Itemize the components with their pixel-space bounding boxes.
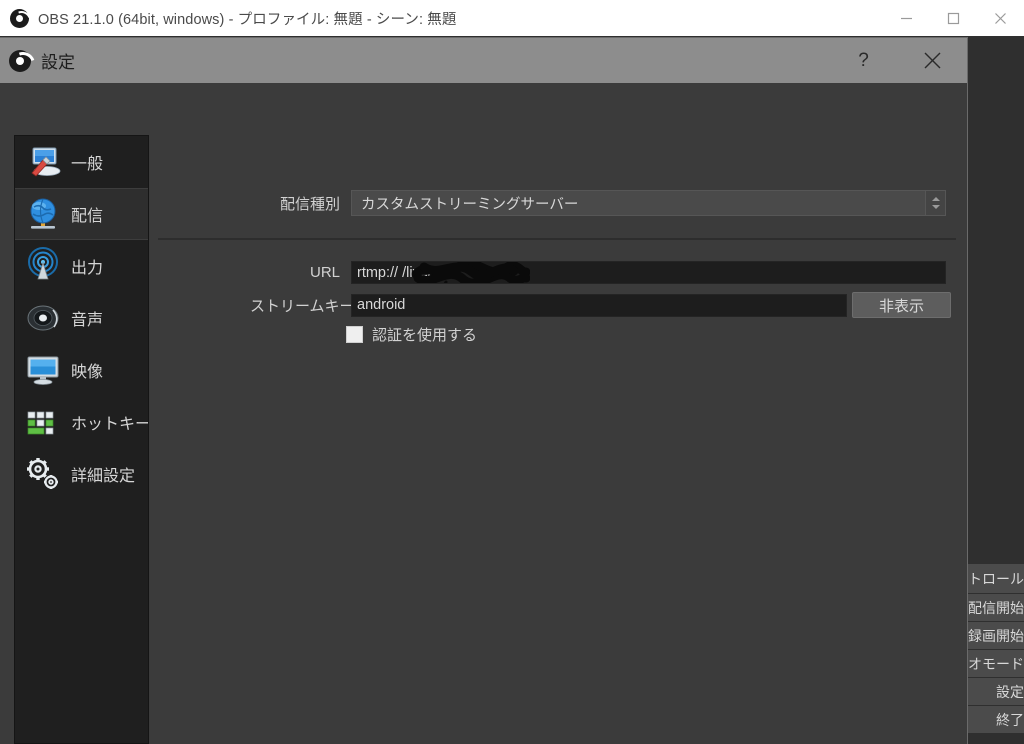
url-input[interactable]: rtmp:// /live/	[351, 261, 946, 284]
obs-main-titlebar: OBS 21.1.0 (64bit, windows) - プロファイル: 無題…	[0, 0, 1024, 36]
url-row: URL rtmp:// /live/	[250, 261, 946, 284]
stream-key-row: ストリームキー android 非表示	[250, 292, 951, 318]
sidebar-item-label: ホットキー	[71, 416, 149, 433]
close-icon[interactable]	[977, 0, 1024, 36]
close-icon	[924, 52, 941, 69]
settings-dialog-titlebar: 設定 ?	[0, 38, 967, 83]
stream-key-input[interactable]: android	[351, 293, 847, 317]
sidebar-item-label: 配信	[71, 208, 104, 225]
settings-button[interactable]: 設定	[960, 678, 1024, 706]
obs-controls-dock: コントロール 配信開始 録画開始 スタジオモード 設定 終了	[960, 564, 1024, 744]
settings-dialog-title: 設定	[41, 53, 75, 72]
use-auth-checkbox[interactable]	[346, 326, 363, 343]
sidebar-item-label: 音声	[71, 312, 104, 329]
obs-main-title: OBS 21.1.0 (64bit, windows) - プロファイル: 無題…	[38, 11, 457, 28]
sidebar-item-hotkeys[interactable]: ホットキー	[15, 396, 148, 448]
help-button[interactable]: ?	[829, 38, 898, 83]
maximize-icon[interactable]	[930, 0, 977, 36]
studio-mode-button[interactable]: スタジオモード	[960, 650, 1024, 678]
general-monitor-screwdriver-icon	[21, 140, 65, 184]
stream-type-value: カスタムストリーミングサーバー	[361, 196, 579, 213]
obs-window-controls	[883, 0, 1024, 36]
use-auth-row[interactable]: 認証を使用する	[346, 324, 477, 345]
settings-dialog: 設定 ? 一般 配信 出力 音声 映像 ホットキー 詳細設定 配信種別 カスタム…	[0, 38, 967, 744]
question-mark-icon: ?	[858, 50, 869, 71]
stream-type-label: 配信種別	[279, 195, 340, 213]
hotkey-keyboard-icon	[21, 400, 65, 444]
sidebar-item-advanced[interactable]: 詳細設定	[15, 448, 148, 500]
chevron-up-icon	[931, 197, 940, 201]
chevron-updown-icon[interactable]	[925, 191, 945, 215]
minimize-icon[interactable]	[883, 0, 930, 36]
sidebar-item-stream[interactable]: 配信	[15, 188, 148, 240]
obs-dock-filler	[960, 734, 1024, 744]
advanced-gears-icon	[21, 452, 65, 496]
stream-globe-icon	[21, 192, 65, 236]
screen-root: OBS 21.1.0 (64bit, windows) - プロファイル: 無題…	[0, 0, 1024, 744]
obs-dock-title: コントロール	[960, 564, 1024, 594]
stream-type-row: 配信種別 カスタムストリーミングサーバー	[250, 190, 946, 216]
stream-key-label: ストリームキー	[250, 297, 355, 315]
sidebar-item-label: 映像	[71, 364, 104, 381]
use-auth-label: 認証を使用する	[372, 327, 478, 344]
sidebar-item-general[interactable]: 一般	[15, 136, 148, 188]
sidebar-item-video[interactable]: 映像	[15, 344, 148, 396]
sidebar-item-label: 詳細設定	[71, 468, 136, 485]
settings-dialog-controls: ?	[829, 38, 967, 83]
video-monitor-icon	[21, 348, 65, 392]
obs-logo-icon	[10, 8, 29, 28]
section-divider	[158, 238, 956, 240]
settings-sidebar: 一般 配信 出力 音声 映像 ホットキー 詳細設定	[14, 135, 149, 744]
settings-dialog-content: 一般 配信 出力 音声 映像 ホットキー 詳細設定 配信種別 カスタムストリーミ…	[0, 83, 967, 744]
hide-stream-key-button[interactable]: 非表示	[852, 292, 951, 318]
url-label: URL	[309, 264, 340, 281]
sidebar-item-label: 一般	[71, 156, 104, 173]
output-broadcast-icon	[21, 244, 65, 288]
audio-speaker-icon	[21, 296, 65, 340]
start-recording-button[interactable]: 録画開始	[960, 622, 1024, 650]
sidebar-item-label: 出力	[71, 260, 104, 277]
close-button[interactable]	[898, 38, 967, 83]
stream-key-value: android	[357, 297, 406, 313]
url-value: rtmp:// /live/	[357, 264, 432, 281]
chevron-down-icon	[931, 205, 940, 209]
sidebar-item-audio[interactable]: 音声	[15, 292, 148, 344]
exit-button[interactable]: 終了	[960, 706, 1024, 734]
obs-logo-icon	[9, 49, 31, 72]
sidebar-item-output[interactable]: 出力	[15, 240, 148, 292]
stream-type-select[interactable]: カスタムストリーミングサーバー	[351, 190, 946, 216]
stream-settings-pane: 配信種別 カスタムストリーミングサーバー URL rtmp:// /live/ …	[149, 128, 967, 744]
start-streaming-button[interactable]: 配信開始	[960, 594, 1024, 622]
